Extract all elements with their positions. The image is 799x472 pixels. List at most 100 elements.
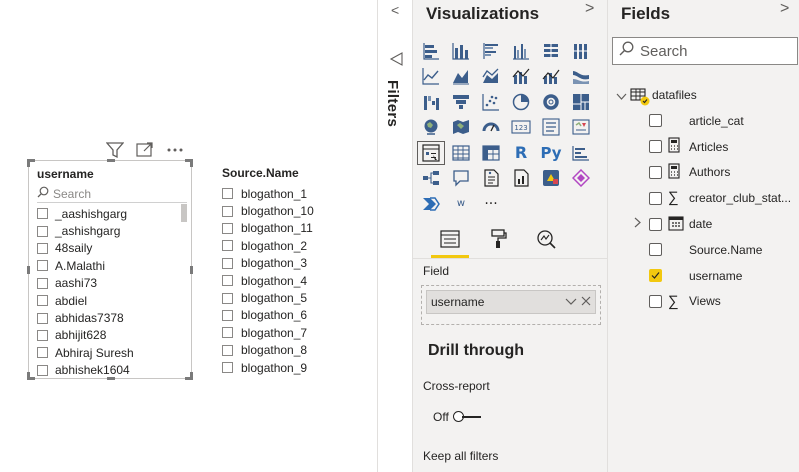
checkbox[interactable]: [649, 114, 662, 128]
slicer-item[interactable]: blogathon_3: [222, 255, 342, 272]
filter-icon[interactable]: [106, 141, 124, 159]
chevron-down-icon[interactable]: [616, 90, 627, 104]
checkbox[interactable]: [37, 347, 48, 359]
line-clustered-column-icon[interactable]: [506, 64, 536, 90]
slicer-item[interactable]: _ashishgarg: [37, 222, 183, 239]
slicer-item[interactable]: A.Malathi: [37, 257, 183, 274]
slicer-item[interactable]: blogathon_5: [222, 289, 342, 306]
slicer-item[interactable]: blogathon_1: [222, 185, 342, 202]
slicer-item[interactable]: blogathon_9: [222, 359, 342, 376]
checkbox[interactable]: [649, 217, 662, 231]
field-row[interactable]: username: [608, 263, 799, 289]
field-row[interactable]: ∑ Views: [608, 289, 799, 315]
checkbox[interactable]: [37, 208, 48, 220]
ribbon-chart-icon[interactable]: [566, 64, 596, 90]
slicer-item[interactable]: 48saily: [37, 240, 183, 257]
checkbox[interactable]: [37, 260, 48, 272]
slicer-item[interactable]: blogathon_2: [222, 237, 342, 254]
slicer-item[interactable]: abhijit628: [37, 327, 183, 344]
cross-report-toggle[interactable]: Off: [433, 410, 481, 424]
chevron-right-icon[interactable]: [634, 217, 642, 231]
power-apps-icon[interactable]: [536, 166, 566, 192]
username-slicer[interactable]: username Search _aashishgarg _ashishgarg…: [27, 159, 193, 380]
expand-filters-chevron-icon[interactable]: <: [391, 2, 399, 18]
checkbox[interactable]: [37, 295, 48, 307]
treemap-icon[interactable]: [566, 89, 596, 115]
table-icon[interactable]: [446, 140, 476, 166]
report-canvas[interactable]: username Search _aashishgarg _ashishgarg…: [0, 0, 377, 472]
stacked-bar-chart-icon[interactable]: [416, 38, 446, 64]
field-row[interactable]: ∑ creator_club_stat...: [608, 185, 799, 211]
card-icon[interactable]: 123: [506, 115, 536, 141]
scatter-chart-icon[interactable]: [476, 89, 506, 115]
slicer-item[interactable]: abdiel: [37, 292, 183, 309]
line-chart-icon[interactable]: [416, 64, 446, 90]
slicer-item[interactable]: blogathon_11: [222, 220, 342, 237]
checkbox[interactable]: [37, 312, 48, 324]
field-row[interactable]: date: [608, 211, 799, 237]
checkbox-checked[interactable]: [649, 269, 662, 283]
resize-handle[interactable]: [27, 372, 35, 380]
toggle-switch[interactable]: [452, 411, 481, 422]
focus-mode-icon[interactable]: [136, 142, 154, 158]
more-options-icon[interactable]: [166, 147, 184, 153]
custom-visual-w-icon[interactable]: w: [446, 191, 476, 217]
stacked-area-chart-icon[interactable]: [476, 64, 506, 90]
close-icon[interactable]: [581, 295, 591, 309]
gauge-icon[interactable]: [476, 115, 506, 141]
resize-handle[interactable]: [107, 159, 115, 162]
donut-chart-icon[interactable]: [536, 89, 566, 115]
table-node[interactable]: datafiles: [608, 82, 799, 108]
filled-map-icon[interactable]: [446, 115, 476, 141]
pie-chart-icon[interactable]: [506, 89, 536, 115]
resize-handle[interactable]: [185, 372, 193, 380]
checkbox[interactable]: [649, 243, 662, 257]
field-row[interactable]: article_cat: [608, 108, 799, 134]
qna-icon[interactable]: [446, 166, 476, 192]
slicer-item[interactable]: abhishek1604: [37, 362, 183, 379]
checkbox[interactable]: [222, 292, 233, 304]
filters-label[interactable]: Filters: [384, 80, 401, 127]
checkbox[interactable]: [222, 344, 233, 356]
matrix-icon[interactable]: [476, 140, 506, 166]
tab-analytics[interactable]: [531, 224, 561, 254]
funnel-chart-icon[interactable]: [446, 89, 476, 115]
checkbox[interactable]: [222, 222, 233, 234]
checkbox[interactable]: [37, 225, 48, 237]
collapse-chevron-icon[interactable]: >: [780, 0, 789, 18]
smart-narrative-icon[interactable]: [476, 166, 506, 192]
r-script-icon[interactable]: R: [506, 140, 536, 166]
checkbox[interactable]: [222, 188, 233, 200]
power-automate-icon[interactable]: [566, 166, 596, 192]
checkbox[interactable]: [222, 327, 233, 339]
map-icon[interactable]: [416, 115, 446, 141]
field-row[interactable]: Authors: [608, 160, 799, 186]
slicer-item[interactable]: aashi73: [37, 275, 183, 292]
slicer-item[interactable]: Abhiraj Suresh: [37, 344, 183, 361]
stacked-column-chart-icon[interactable]: [446, 38, 476, 64]
slicer-item[interactable]: blogathon_8: [222, 342, 342, 359]
collapse-chevron-icon[interactable]: >: [585, 0, 594, 18]
checkbox[interactable]: [37, 277, 48, 289]
checkbox[interactable]: [37, 329, 48, 341]
area-chart-icon[interactable]: [446, 64, 476, 90]
slicer-icon[interactable]: [416, 140, 446, 166]
slicer-search-input[interactable]: Search: [37, 185, 187, 203]
slicer-item[interactable]: _aashishgarg: [37, 205, 183, 222]
source-name-slicer[interactable]: Source.Name blogathon_1 blogathon_10 blo…: [222, 160, 342, 376]
checkbox[interactable]: [222, 309, 233, 321]
filters-pane-collapsed[interactable]: < Filters: [377, 0, 413, 472]
checkbox[interactable]: [222, 257, 233, 269]
line-stacked-column-icon[interactable]: [536, 64, 566, 90]
resize-handle[interactable]: [190, 266, 193, 274]
chevron-down-icon[interactable]: [565, 295, 577, 309]
clustered-column-chart-icon[interactable]: [506, 38, 536, 64]
100-stacked-bar-chart-icon[interactable]: [536, 38, 566, 64]
checkbox[interactable]: [222, 275, 233, 287]
100-stacked-column-chart-icon[interactable]: [566, 38, 596, 64]
checkbox[interactable]: [222, 240, 233, 252]
checkbox[interactable]: [649, 294, 662, 308]
fields-search-input[interactable]: Search: [612, 37, 798, 65]
python-visual-icon[interactable]: Py: [536, 140, 566, 166]
decomposition-tree-icon[interactable]: [416, 166, 446, 192]
